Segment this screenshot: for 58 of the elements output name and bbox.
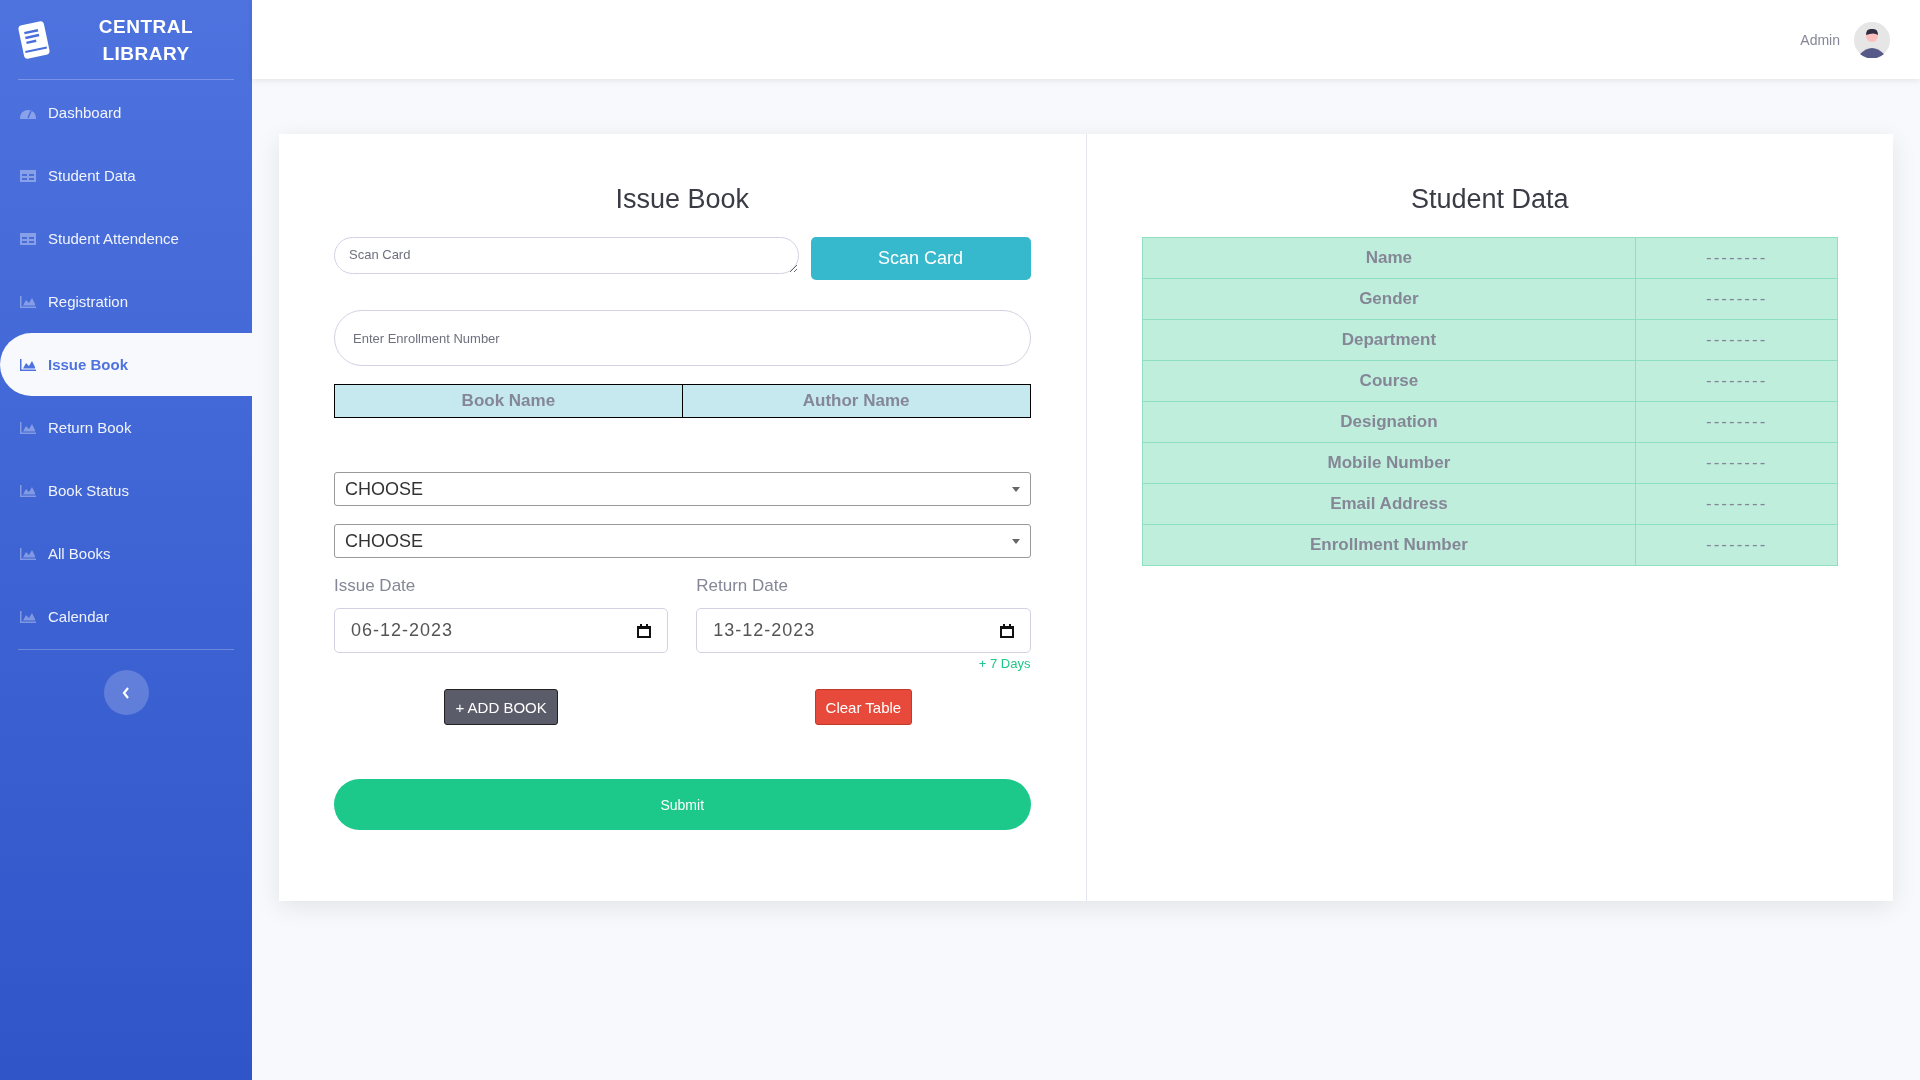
table-cell: -------- xyxy=(1635,319,1838,361)
field-label: Return Date xyxy=(696,576,789,596)
brand-name: LIBRARY xyxy=(102,41,190,66)
table-cell: Name xyxy=(1142,237,1636,279)
return-date-field[interactable]: 13-12-2023 xyxy=(696,608,1031,653)
issue-date-field[interactable]: 06-12-2023 xyxy=(334,608,669,653)
panel-title: Student Data xyxy=(1409,184,1570,215)
sidebar-item[interactable]: All Books xyxy=(0,522,252,585)
sidebar-item[interactable]: Registration xyxy=(0,270,252,333)
area-chart-icon xyxy=(20,610,36,623)
enrollment-number-field[interactable]: Enter Enrollment Number xyxy=(334,310,1031,366)
scan-card-field[interactable]: Scan Card xyxy=(334,237,799,274)
sidebar-item[interactable]: Student Attendence xyxy=(0,207,252,270)
clear-table-button[interactable]: Clear Table xyxy=(814,689,913,725)
table-cell: -------- xyxy=(1635,237,1838,279)
select-field[interactable]: CHOOSE xyxy=(334,524,1031,558)
sidebar-item[interactable]: Return Book xyxy=(0,396,252,459)
table-cell: Enrollment Number xyxy=(1142,524,1636,566)
caret-icon xyxy=(1011,486,1020,492)
table-cell: -------- xyxy=(1635,401,1838,443)
table-header-cell: Book Name xyxy=(335,385,682,417)
table-cell: -------- xyxy=(1635,278,1838,320)
sidebar-item[interactable]: Dashboard xyxy=(0,81,252,144)
table-icon xyxy=(20,232,36,245)
brand-name: CENTRAL xyxy=(98,14,194,39)
chevron-left-icon xyxy=(122,686,130,699)
sidebar-item[interactable]: Book Status xyxy=(0,459,252,522)
avatar-icon[interactable] xyxy=(1854,21,1890,58)
area-chart-icon xyxy=(20,358,36,371)
table-cell: -------- xyxy=(1635,524,1838,566)
table-cell: -------- xyxy=(1635,360,1838,402)
table-cell: -------- xyxy=(1635,442,1838,484)
caret-icon xyxy=(1011,538,1020,544)
user-name: Admin xyxy=(1800,31,1840,48)
table-cell: Course xyxy=(1142,360,1636,402)
table-cell: Mobile Number xyxy=(1142,442,1636,484)
calendar-icon[interactable] xyxy=(637,623,652,638)
table-header-cell: Author Name xyxy=(681,385,1030,417)
table-cell: Department xyxy=(1142,319,1636,361)
table-cell: -------- xyxy=(1635,483,1838,525)
sidebar-item[interactable]: Student Data xyxy=(0,144,252,207)
area-chart-icon xyxy=(20,484,36,497)
area-chart-icon xyxy=(20,421,36,434)
area-chart-icon xyxy=(20,547,36,560)
panel-title: Issue Book xyxy=(614,184,751,215)
add-book-button[interactable]: + ADD BOOK xyxy=(444,689,558,725)
area-chart-icon xyxy=(20,295,36,308)
duration-hint: + 7 Days xyxy=(978,656,1031,671)
table-cell: Designation xyxy=(1142,401,1636,443)
table-cell: Gender xyxy=(1142,278,1636,320)
sidebar-item[interactable]: Calendar xyxy=(0,585,252,648)
select-field[interactable]: CHOOSE xyxy=(334,472,1031,506)
table-cell: Email Address xyxy=(1142,483,1636,525)
field-label: Issue Date xyxy=(334,576,417,596)
sidebar-item[interactable]: Issue Book xyxy=(0,333,252,396)
table-icon xyxy=(20,169,36,182)
calendar-icon[interactable] xyxy=(999,623,1014,638)
scan-card-button[interactable]: Scan Card xyxy=(810,237,1031,280)
